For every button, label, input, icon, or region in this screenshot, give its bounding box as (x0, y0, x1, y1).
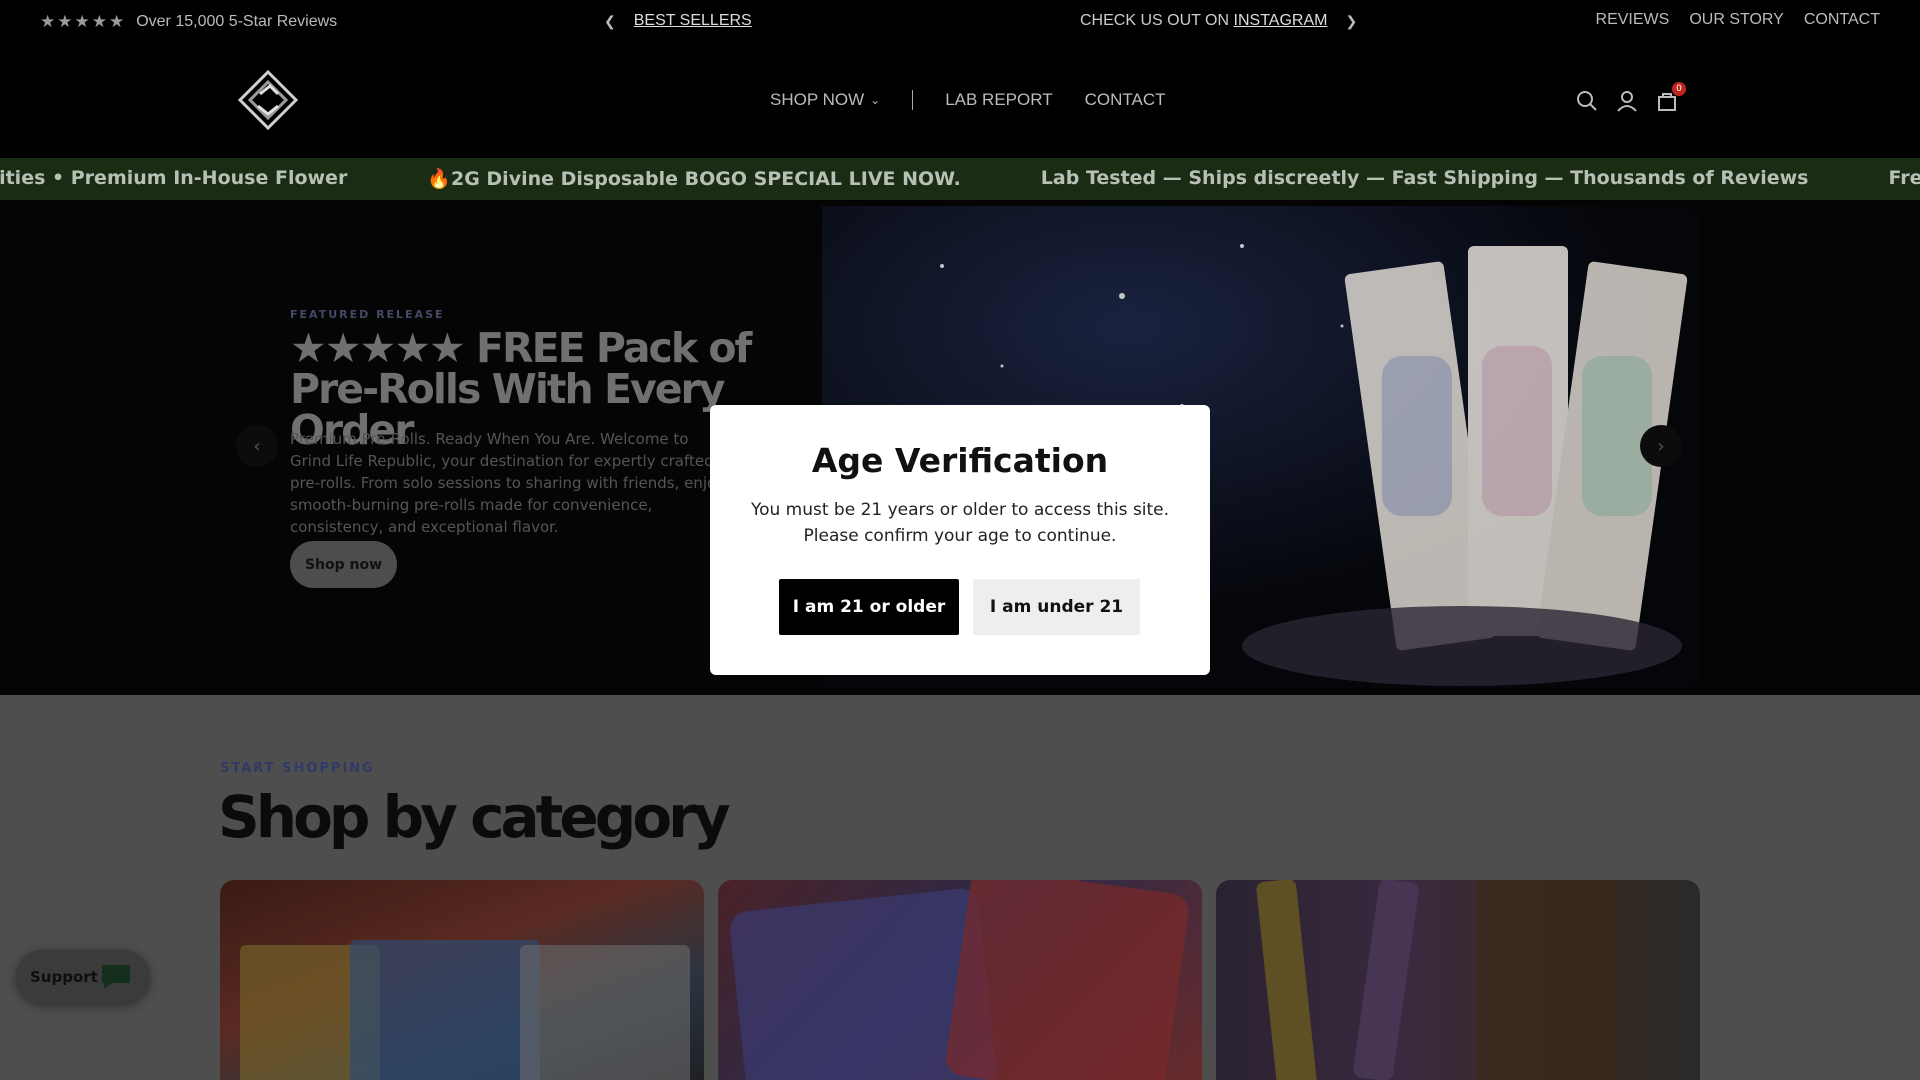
main-nav: SHOP NOW ⌄ LAB REPORT CONTACT (770, 90, 1166, 110)
modal-message-line2: Please confirm your age to continue. (803, 526, 1117, 546)
shop-by-category-section: START SHOPPING Shop by category (0, 695, 1920, 1080)
marquee-item: Free Pack Of Pre-Rolls With Every (1888, 167, 1920, 189)
marquee-item: tities • Premium In-House Flower (0, 167, 348, 189)
modal-message-line1: You must be 21 years or older to access … (750, 500, 1170, 520)
chevron-down-icon: ⌄ (870, 93, 881, 107)
age-verification-modal: Age Verification You must be 21 years or… (710, 405, 1210, 675)
top-links: REVIEWS OUR STORY CONTACT (1596, 11, 1880, 29)
nav-contact[interactable]: CONTACT (1085, 90, 1166, 110)
support-chat-button[interactable]: Support (16, 950, 150, 1004)
contact-link-top[interactable]: CONTACT (1804, 11, 1880, 29)
category-card-gummies[interactable] (718, 880, 1202, 1080)
modal-title: Age Verification (811, 441, 1109, 480)
reviews-link[interactable]: REVIEWS (1596, 11, 1670, 29)
hero-eyebrow: FEATURED RELEASE (290, 308, 445, 321)
chevron-right-icon[interactable]: ❯ (1345, 13, 1357, 30)
nav-divider (912, 90, 914, 110)
confirm-age-button[interactable]: I am 21 or older (779, 579, 959, 635)
slider-next-button[interactable]: › (1640, 425, 1682, 467)
marquee-item: 🔥2G Divine Disposable BOGO SPECIAL LIVE … (427, 168, 961, 190)
search-icon[interactable] (1576, 90, 1598, 112)
account-icon[interactable] (1616, 90, 1638, 112)
reviews-summary: ★★★★★ Over 15,000 5-Star Reviews (40, 12, 337, 32)
deny-age-button[interactable]: I am under 21 (973, 579, 1140, 635)
category-card-disposables[interactable] (1216, 880, 1700, 1080)
reviews-text: Over 15,000 5-Star Reviews (136, 13, 338, 30)
brand-logo[interactable] (236, 68, 300, 132)
support-label: Support (30, 968, 98, 986)
best-sellers-link[interactable]: BEST SELLERS (634, 12, 752, 30)
nav-shop-now[interactable]: SHOP NOW ⌄ (770, 90, 880, 110)
marquee-item: Lab Tested — Ships discreetly — Fast Shi… (1040, 167, 1809, 189)
modal-message: You must be 21 years or older to access … (740, 497, 1180, 549)
chevron-left-icon[interactable]: ❮ (604, 13, 616, 30)
cart-icon[interactable]: 0 (1656, 82, 1686, 112)
category-eyebrow: START SHOPPING (220, 761, 375, 776)
site-header: SHOP NOW ⌄ LAB REPORT CONTACT 0 (0, 44, 1920, 158)
star-rating-icon: ★★★★★ (40, 12, 127, 31)
nav-shop-now-label: SHOP NOW (770, 90, 865, 109)
header-icons: 0 (1576, 82, 1686, 112)
announcement-slide-right: CHECK US OUT ON INSTAGRAM ❯ (1080, 12, 1357, 30)
category-title: Shop by category (218, 783, 730, 851)
chat-bubble-icon (102, 965, 130, 989)
slider-prev-button[interactable]: ‹ (236, 425, 278, 467)
category-card-pre-rolls[interactable] (220, 880, 704, 1080)
shop-now-button[interactable]: Shop now (290, 541, 397, 588)
cart-count-badge: 0 (1672, 82, 1686, 96)
our-story-link[interactable]: OUR STORY (1689, 11, 1784, 29)
nav-lab-report[interactable]: LAB REPORT (945, 90, 1052, 110)
hero-description: Premium Pre-Rolls. Ready When You Are. W… (290, 430, 726, 536)
announcement-bar: ★★★★★ Over 15,000 5-Star Reviews ❮ BEST … (0, 0, 1920, 44)
promo-marquee: tities • Premium In-House Flower 🔥2G Div… (0, 158, 1920, 200)
instagram-link[interactable]: INSTAGRAM (1234, 12, 1328, 29)
announcement-slide-left: ❮ BEST SELLERS (604, 12, 752, 30)
instagram-prefix: CHECK US OUT ON INSTAGRAM (1080, 12, 1328, 29)
